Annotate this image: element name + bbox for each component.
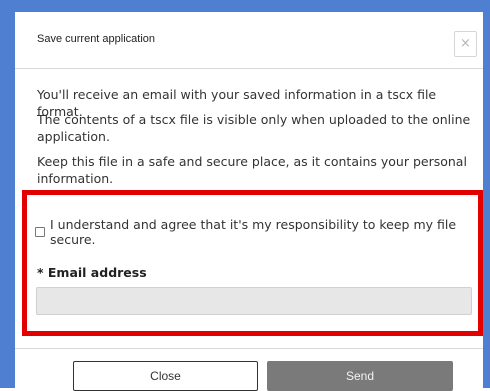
agreement-checkbox[interactable] (35, 227, 45, 237)
email-input[interactable] (36, 287, 472, 315)
dialog-title: Save current application (37, 33, 156, 45)
email-label: * Email address (37, 265, 147, 280)
agreement-row[interactable]: I understand and agree that it's my resp… (35, 217, 480, 247)
save-application-dialog: Save current application × You'll receiv… (15, 12, 483, 391)
footer-divider (15, 348, 483, 349)
dialog-header: Save current application × (15, 12, 483, 69)
agreement-label: I understand and agree that it's my resp… (50, 217, 457, 247)
close-icon[interactable]: × (454, 31, 477, 57)
info-paragraph-security: Keep this file in a safe and secure plac… (37, 154, 467, 186)
close-button[interactable]: Close (73, 361, 258, 391)
info-paragraph-visibility: The contents of a tscx file is visible o… (37, 112, 471, 144)
send-button[interactable]: Send (267, 361, 453, 391)
